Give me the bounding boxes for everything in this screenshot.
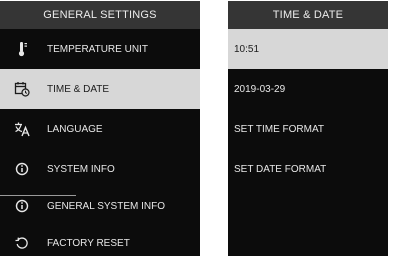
- time-date-title: TIME & DATE: [228, 1, 388, 29]
- menu-item-time-date[interactable]: TIME & DATE: [0, 69, 200, 109]
- time-value: 10:51: [234, 43, 260, 55]
- menu-item-language[interactable]: LANGUAGE: [0, 109, 200, 149]
- menu-item-system-info[interactable]: SYSTEM INFO: [0, 149, 200, 189]
- menu-item-label: TEMPERATURE UNIT: [47, 43, 148, 55]
- set-time-format-label: SET TIME FORMAT: [234, 123, 325, 135]
- date-value: 2019-03-29: [234, 83, 286, 95]
- menu-item-label: FACTORY RESET: [47, 237, 130, 249]
- menu-item-temperature-unit[interactable]: TEMPERATURE UNIT: [0, 29, 200, 69]
- info-icon: [14, 198, 30, 214]
- menu-item-label: TIME & DATE: [47, 83, 110, 95]
- time-date-panel: TIME & DATE 10:51 2019-03-29 SET TIME FO…: [228, 1, 388, 256]
- thermometer-icon: [14, 41, 30, 57]
- info-icon: [14, 161, 30, 177]
- menu-item-general-system-info[interactable]: GENERAL SYSTEM INFO: [0, 186, 200, 226]
- translate-icon: [14, 121, 30, 137]
- time-value-item[interactable]: 10:51: [228, 29, 388, 69]
- set-time-format-item[interactable]: SET TIME FORMAT: [228, 109, 388, 149]
- menu-item-label: GENERAL SYSTEM INFO: [47, 200, 165, 212]
- menu-item-factory-reset[interactable]: FACTORY RESET: [0, 223, 200, 256]
- set-date-format-label: SET DATE FORMAT: [234, 163, 327, 175]
- menu-item-label: SYSTEM INFO: [47, 163, 115, 175]
- menu-item-label: LANGUAGE: [47, 123, 103, 135]
- calendar-clock-icon: [14, 81, 30, 97]
- reset-icon: [14, 235, 30, 251]
- set-date-format-item[interactable]: SET DATE FORMAT: [228, 149, 388, 189]
- date-value-item[interactable]: 2019-03-29: [228, 69, 388, 109]
- general-settings-title: GENERAL SETTINGS: [0, 1, 200, 29]
- general-settings-panel: GENERAL SETTINGS TEMPERATURE UNIT TIME &…: [0, 1, 200, 256]
